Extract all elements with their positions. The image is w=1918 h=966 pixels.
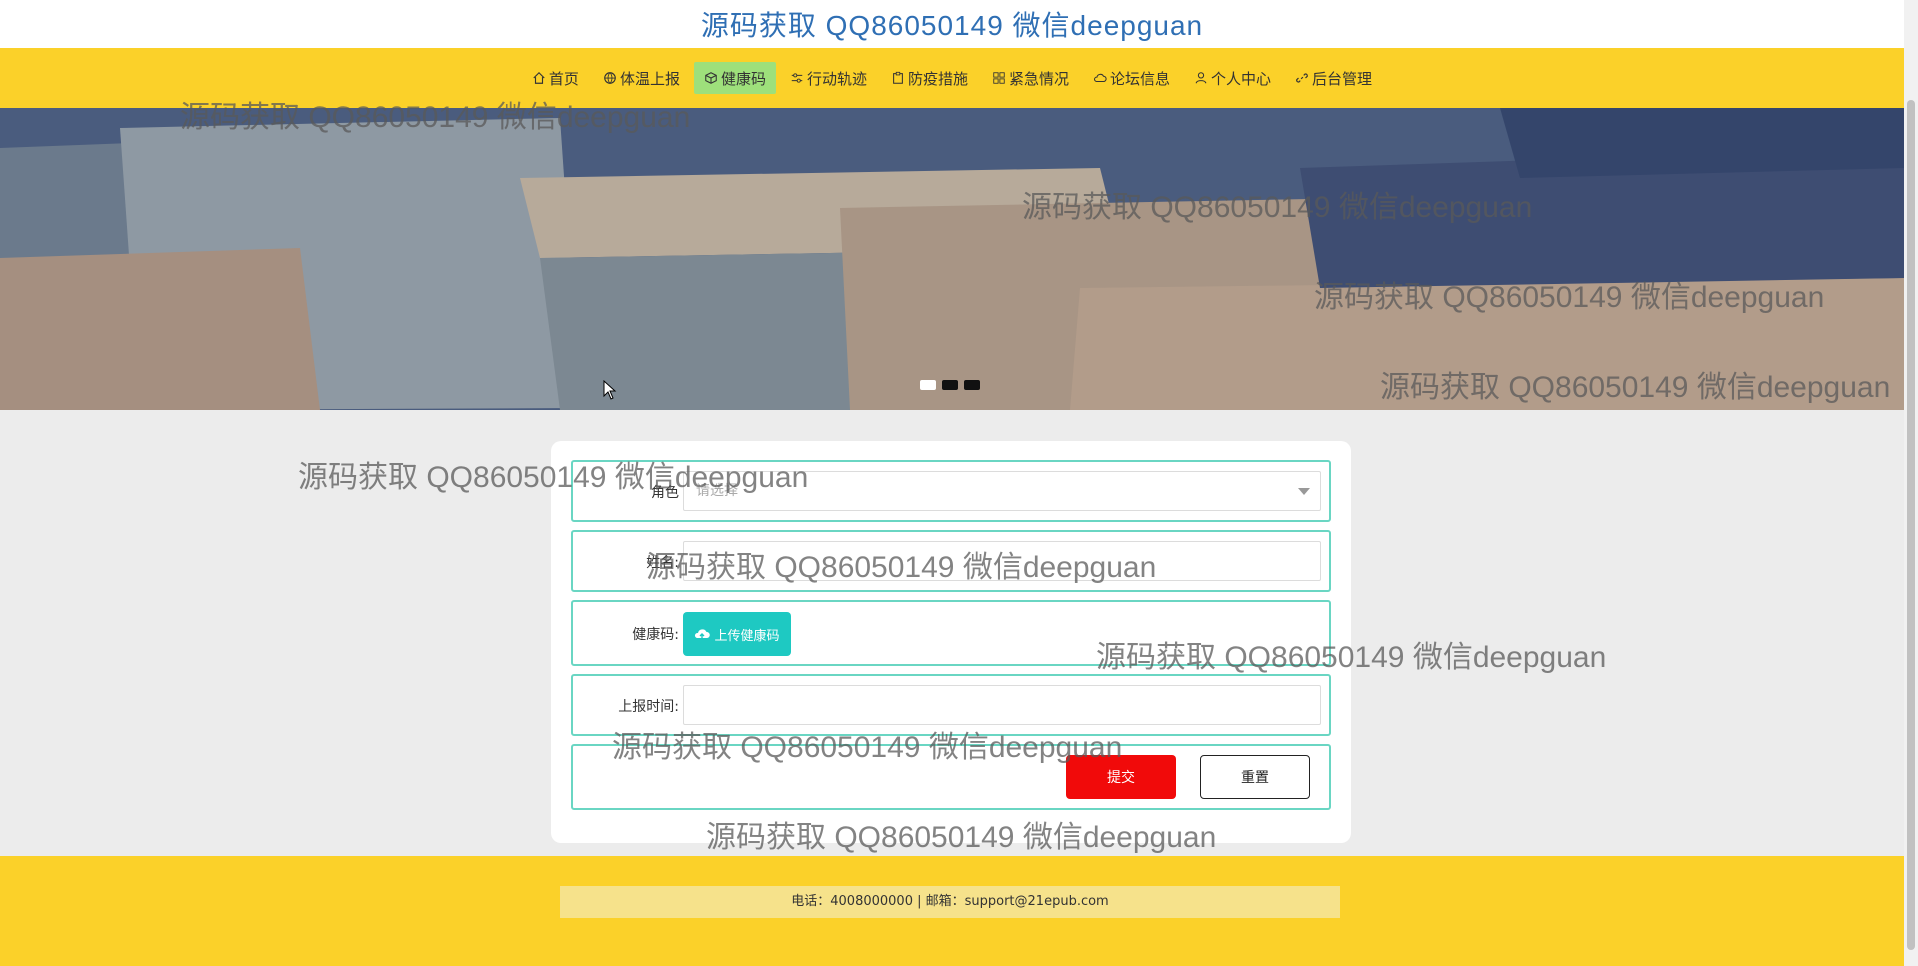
home-icon (533, 71, 545, 84)
carousel-dot[interactable] (920, 380, 936, 390)
carousel-indicators (920, 380, 980, 390)
footer-contact: 电话：4008000000 | 邮箱：support@21epub.com (560, 886, 1340, 918)
name-input[interactable] (683, 541, 1321, 581)
nav-item-admin[interactable]: 后台管理 (1285, 62, 1382, 94)
submit-button[interactable]: 提交 (1066, 755, 1176, 799)
nav-item-profile[interactable]: 个人中心 (1184, 62, 1281, 94)
page: 源码获取 QQ86050149 微信deepguan 首页 体温上报 健康码 行… (0, 0, 1918, 966)
report-time-row: 上报时间: (571, 674, 1331, 736)
nav-label: 行动轨迹 (806, 69, 867, 88)
role-row: 角色 请选择 (571, 460, 1331, 522)
health-code-label: 健康码: (632, 627, 679, 643)
cloud-upload-icon (695, 629, 711, 639)
reset-button[interactable]: 重置 (1200, 755, 1310, 799)
user-icon (1195, 72, 1207, 84)
role-label: 角色 (651, 485, 679, 501)
nav-label: 体温上报 (619, 69, 680, 88)
role-placeholder: 请选择 (696, 483, 738, 499)
main-nav: 首页 体温上报 健康码 行动轨迹 防疫措施 紧急情况 论坛信息 个人中心 后台管… (0, 48, 1904, 108)
nav-label: 健康码 (720, 69, 766, 88)
footer: 电话：4008000000 | 邮箱：support@21epub.com (0, 856, 1904, 966)
health-code-form: 角色 请选择 姓名: 健康码: 上传健康码 上报时间: 提交 重置 (551, 441, 1351, 843)
nav-label: 首页 (548, 69, 579, 88)
link-icon (1296, 73, 1308, 83)
carousel-banner[interactable] (0, 108, 1904, 410)
role-select[interactable]: 请选择 (683, 471, 1321, 511)
nav-item-forum[interactable]: 论坛信息 (1083, 62, 1180, 94)
scrollbar-thumb[interactable] (1907, 100, 1915, 950)
carousel-dot[interactable] (942, 380, 958, 390)
cloud-icon (1094, 73, 1107, 83)
nav-label: 紧急情况 (1009, 69, 1070, 88)
nav-label: 个人中心 (1211, 69, 1272, 88)
nav-label: 论坛信息 (1110, 69, 1171, 88)
scrollbar[interactable] (1904, 0, 1918, 966)
nav-item-track[interactable]: 行动轨迹 (780, 62, 877, 94)
nav-item-prevention[interactable]: 防疫措施 (881, 62, 978, 94)
nav-label: 后台管理 (1312, 69, 1373, 88)
upload-health-code-button[interactable]: 上传健康码 (683, 612, 791, 656)
mouse-cursor-icon (603, 380, 617, 400)
grid-icon (993, 72, 1005, 84)
classroom-image (0, 108, 1904, 410)
report-time-label: 上报时间: (618, 699, 679, 715)
site-title: 源码获取 QQ86050149 微信deepguan (700, 10, 1204, 41)
carousel-dot[interactable] (964, 380, 980, 390)
cube-icon (705, 72, 717, 84)
actions-row: 提交 重置 (571, 744, 1331, 810)
report-time-input[interactable] (683, 685, 1321, 725)
nav-item-health-code[interactable]: 健康码 (693, 62, 776, 94)
clipboard-icon (893, 71, 903, 84)
title-bar: 源码获取 QQ86050149 微信deepguan (0, 0, 1904, 48)
chevron-down-icon (1298, 488, 1310, 495)
nav-item-temperature[interactable]: 体温上报 (593, 62, 690, 94)
upload-label: 上传健康码 (714, 628, 780, 644)
name-label: 姓名: (646, 555, 679, 571)
globe-icon (604, 72, 616, 84)
nav-item-home[interactable]: 首页 (522, 62, 589, 94)
health-code-row: 健康码: 上传健康码 (571, 600, 1331, 666)
nav-item-emergency[interactable]: 紧急情况 (982, 62, 1079, 94)
name-row: 姓名: (571, 530, 1331, 592)
sliders-icon (791, 73, 803, 83)
nav-label: 防疫措施 (907, 69, 968, 88)
